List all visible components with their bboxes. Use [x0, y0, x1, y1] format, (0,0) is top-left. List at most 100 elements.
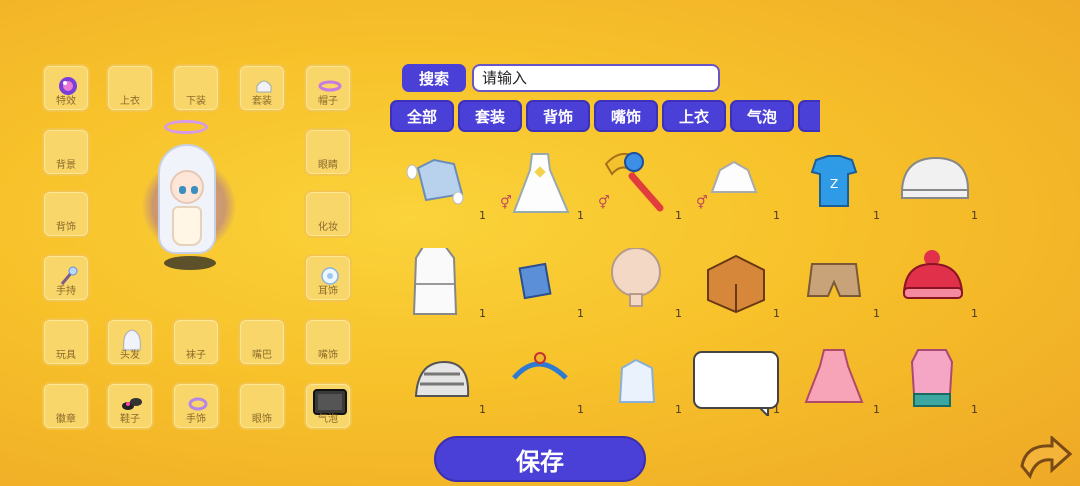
slot-handheld[interactable]: 手持 [42, 254, 90, 302]
slot-makeup[interactable]: 化妆 [304, 190, 352, 238]
inventory-item[interactable]: ⚥ 1 [494, 150, 586, 222]
slot-mouth-accessory[interactable]: 嘴饰 [304, 318, 352, 366]
search-input[interactable] [472, 64, 720, 92]
inventory-item[interactable]: 1 [790, 248, 882, 320]
inventory-item[interactable]: 1 [494, 344, 586, 416]
inventory-item[interactable]: 1 [888, 344, 980, 416]
inventory-item[interactable]: Z 1 [790, 150, 882, 222]
shoes-icon [122, 398, 142, 410]
item-quantity: 1 [479, 403, 486, 416]
unisex-icon: ⚥ [696, 196, 708, 211]
beige-shorts-icon [806, 263, 862, 297]
item-quantity: 1 [773, 307, 780, 320]
slot-shoes[interactable]: 鞋子 [106, 382, 154, 430]
halo [164, 120, 208, 134]
tab-all[interactable]: 全部 [390, 100, 454, 132]
inventory-item[interactable]: 1 [888, 248, 980, 320]
item-quantity: 1 [577, 307, 584, 320]
slot-label: 手饰 [186, 414, 206, 425]
inventory-item[interactable]: 1 [592, 344, 684, 416]
slot-label: 特效 [56, 96, 76, 107]
save-button[interactable]: 保存 [434, 436, 646, 482]
slot-socks[interactable]: 袜子 [172, 318, 220, 366]
item-quantity: 1 [675, 307, 682, 320]
white-cap-icon [901, 156, 969, 199]
suit-icon [256, 80, 272, 93]
white-dress-icon [512, 153, 570, 213]
item-quantity: 1 [773, 209, 780, 222]
unisex-icon: ⚥ [500, 196, 512, 211]
blue-card-icon [518, 262, 552, 300]
slot-eyes[interactable]: 眼睛 [304, 128, 352, 176]
slot-label: 头发 [120, 350, 140, 361]
slot-label: 化妆 [318, 222, 338, 233]
inventory-item[interactable]: 1 [690, 344, 782, 419]
slot-hair[interactable]: 头发 [106, 318, 154, 366]
slot-eye-accessory[interactable]: 眼饰 [238, 382, 286, 430]
slot-top[interactable]: 上衣 [106, 64, 154, 112]
inventory-item[interactable]: 1 [396, 241, 488, 320]
slot-bottom[interactable]: 下装 [172, 64, 220, 112]
svg-text:Z: Z [830, 177, 838, 191]
inventory-item[interactable]: 1 [790, 344, 882, 416]
slot-suit[interactable]: 套装 [238, 64, 286, 112]
brown-box-icon [707, 254, 765, 314]
slot-background[interactable]: 背景 [42, 128, 90, 176]
slot-mouth[interactable]: 嘴巴 [238, 318, 286, 366]
bunny-top-icon [618, 358, 656, 403]
inventory-item[interactable]: 1 [592, 247, 684, 320]
slot-label: 嘴饰 [318, 350, 338, 361]
bald-head-icon [611, 247, 661, 307]
inventory-item[interactable]: 1 [494, 248, 586, 320]
item-quantity: 1 [971, 209, 978, 222]
red-beanie-icon [902, 250, 964, 299]
pink-outfit-icon [910, 349, 954, 407]
tab-shoes[interactable]: 鞋 [798, 100, 820, 132]
search-button[interactable]: 搜索 [402, 64, 466, 92]
slot-hand-accessory[interactable]: 手饰 [172, 382, 220, 430]
item-quantity: 1 [971, 307, 978, 320]
tab-mouth-accessory[interactable]: 嘴饰 [594, 100, 658, 132]
item-quantity: 1 [479, 209, 486, 222]
eye [191, 186, 198, 194]
item-quantity: 1 [873, 209, 880, 222]
slot-label: 气泡 [318, 414, 338, 425]
slot-label: 下装 [186, 96, 206, 107]
hair-icon [123, 329, 141, 351]
slot-bubble[interactable]: 气泡 [304, 382, 352, 430]
wand-icon [60, 266, 78, 285]
tab-top[interactable]: 上衣 [662, 100, 726, 132]
slot-label: 嘴巴 [252, 350, 272, 361]
inventory-item[interactable]: ⚥ 1 [690, 150, 782, 222]
slot-label: 手持 [56, 286, 76, 297]
slot-effect[interactable]: 特效 [42, 64, 90, 112]
bunny-hoodie-icon [406, 158, 464, 205]
item-quantity: 1 [675, 209, 682, 222]
tab-bubble[interactable]: 气泡 [730, 100, 794, 132]
category-tabs: 全部 套装 背饰 嘴饰 上衣 气泡 鞋 [390, 100, 820, 132]
slot-earring[interactable]: 耳饰 [304, 254, 352, 302]
slot-label: 袜子 [186, 350, 206, 361]
dressing-room: 特效 上衣 下装 套装 帽子 背景 眼睛 背饰 化妆 手持 耳饰 玩具 头发 袜… [0, 0, 1080, 486]
inventory-item[interactable]: 1 [888, 150, 980, 222]
unisex-icon: ⚥ [598, 196, 610, 211]
white-robe-icon [412, 241, 458, 315]
tab-suit[interactable]: 套装 [458, 100, 522, 132]
inventory-item[interactable]: ⚥ 1 [592, 150, 684, 222]
striped-hat-icon [414, 360, 470, 397]
inventory-item[interactable]: 1 [396, 150, 488, 222]
item-quantity: 1 [675, 403, 682, 416]
slot-back-accessory[interactable]: 背饰 [42, 190, 90, 238]
slot-badge[interactable]: 徽章 [42, 382, 90, 430]
item-quantity: 1 [971, 403, 978, 416]
slot-label: 鞋子 [120, 414, 140, 425]
avatar-face [170, 170, 204, 204]
slot-label: 上衣 [120, 96, 140, 107]
back-arrow-icon[interactable] [1018, 436, 1072, 484]
slot-hat[interactable]: 帽子 [304, 64, 352, 112]
slot-toy[interactable]: 玩具 [42, 318, 90, 366]
tab-back-accessory[interactable]: 背饰 [526, 100, 590, 132]
slot-label: 背饰 [56, 222, 76, 233]
inventory-item[interactable]: 1 [396, 344, 488, 416]
inventory-item[interactable]: 1 [690, 248, 782, 320]
